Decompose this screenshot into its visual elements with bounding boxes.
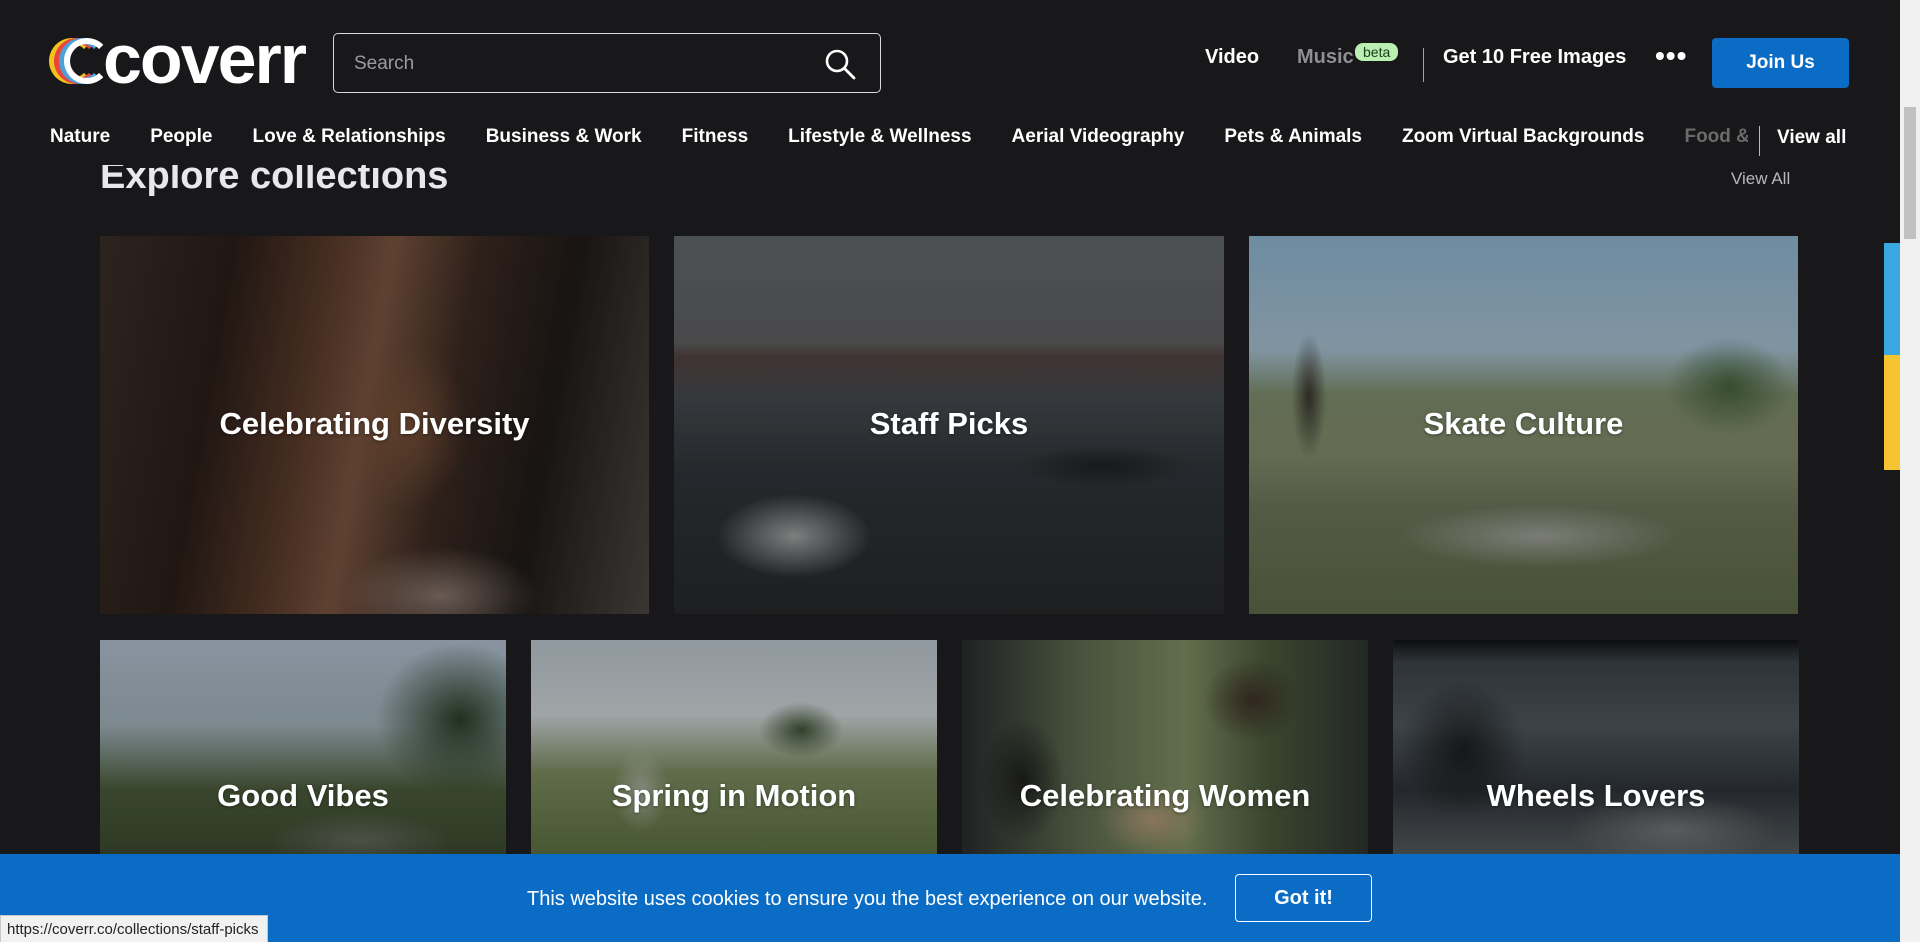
nav-music[interactable]: Music: [1297, 46, 1354, 69]
category-view-all-link[interactable]: View all: [1777, 127, 1846, 149]
side-accent-yellow: [1884, 355, 1900, 470]
beta-badge: beta: [1355, 43, 1399, 61]
collection-label: Skate Culture: [1423, 406, 1624, 441]
category-business-work[interactable]: Business & Work: [486, 126, 642, 148]
category-lifestyle-wellness[interactable]: Lifestyle & Wellness: [788, 126, 971, 148]
site-header: coverr Video Music beta Get 10 Free Imag…: [0, 0, 1900, 165]
view-all-collections-link[interactable]: View All: [1731, 169, 1790, 189]
logo-text: coverr: [103, 20, 307, 98]
category-people[interactable]: People: [150, 126, 212, 148]
category-aerial-videography[interactable]: Aerial Videography: [1012, 126, 1185, 148]
category-pets-animals[interactable]: Pets & Animals: [1224, 126, 1362, 148]
more-menu-icon[interactable]: •••: [1655, 42, 1687, 70]
category-love-relationships[interactable]: Love & Relationships: [253, 126, 446, 148]
collection-label: Staff Picks: [869, 406, 1029, 441]
collection-label: Wheels Lovers: [1486, 778, 1706, 813]
scrollbar-thumb[interactable]: [1904, 107, 1916, 239]
category-fitness[interactable]: Fitness: [682, 126, 749, 148]
side-accent-blue: [1884, 243, 1900, 355]
category-divider: [1759, 126, 1760, 156]
category-zoom-backgrounds[interactable]: Zoom Virtual Backgrounds: [1402, 126, 1644, 148]
status-bar-url: https://coverr.co/collections/staff-pick…: [0, 915, 268, 942]
page: Explore collections View All Celebrating…: [0, 0, 1900, 942]
collection-card-staff-picks[interactable]: Staff Picks: [674, 236, 1224, 614]
collection-label: Good Vibes: [217, 778, 389, 813]
search-box: [333, 33, 881, 94]
nav-video[interactable]: Video: [1205, 46, 1259, 69]
collection-card-skate-culture[interactable]: Skate Culture: [1249, 236, 1798, 614]
collection-card-celebrating-women[interactable]: Celebrating Women: [962, 640, 1368, 854]
collection-card-wheels-lovers[interactable]: Wheels Lovers: [1393, 640, 1799, 854]
search-icon[interactable]: [824, 48, 856, 80]
collection-label: Spring in Motion: [611, 778, 857, 813]
nav-divider: [1423, 48, 1424, 82]
nav-free-images[interactable]: Get 10 Free Images: [1443, 46, 1626, 69]
scrollbar[interactable]: [1900, 0, 1920, 942]
collection-label: Celebrating Diversity: [219, 406, 530, 441]
search-input[interactable]: [352, 34, 796, 94]
collection-card-good-vibes[interactable]: Good Vibes: [100, 640, 506, 854]
category-nature[interactable]: Nature: [50, 126, 110, 148]
cookie-accept-button[interactable]: Got it!: [1235, 874, 1372, 922]
logo-rings-icon: [49, 34, 110, 90]
category-nav: Nature People Love & Relationships Busin…: [50, 126, 1748, 148]
collection-label: Celebrating Women: [1019, 778, 1311, 813]
collection-card-spring-in-motion[interactable]: Spring in Motion: [531, 640, 937, 854]
join-us-button[interactable]: Join Us: [1712, 38, 1849, 88]
category-food[interactable]: Food &: [1684, 126, 1748, 148]
coverr-logo[interactable]: coverr: [49, 24, 307, 94]
collection-card-celebrating-diversity[interactable]: Celebrating Diversity: [100, 236, 649, 614]
cookie-text: This website uses cookies to ensure you …: [527, 888, 1208, 910]
cookie-banner: This website uses cookies to ensure you …: [0, 854, 1900, 942]
